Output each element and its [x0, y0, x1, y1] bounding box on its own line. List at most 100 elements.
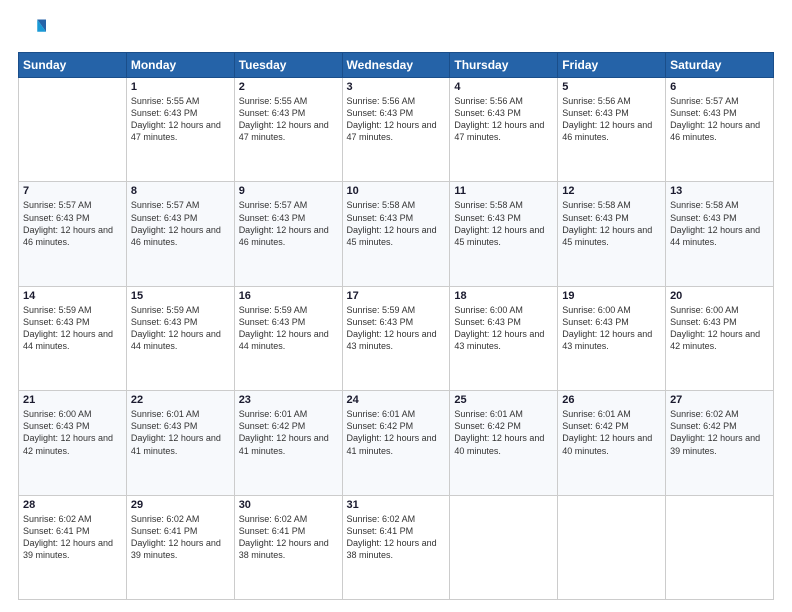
day-number: 30: [239, 499, 338, 511]
cell-details: Sunrise: 5:56 AMSunset: 6:43 PMDaylight:…: [347, 96, 437, 142]
calendar-cell: 22 Sunrise: 6:01 AMSunset: 6:43 PMDayligh…: [126, 391, 234, 495]
calendar-cell: 30 Sunrise: 6:02 AMSunset: 6:41 PMDayligh…: [234, 495, 342, 599]
calendar-header-tuesday: Tuesday: [234, 53, 342, 78]
calendar-header-sunday: Sunday: [19, 53, 127, 78]
cell-details: Sunrise: 6:00 AMSunset: 6:43 PMDaylight:…: [23, 409, 113, 455]
calendar-cell: 7 Sunrise: 5:57 AMSunset: 6:43 PMDaylight…: [19, 182, 127, 286]
calendar-cell: 1 Sunrise: 5:55 AMSunset: 6:43 PMDaylight…: [126, 78, 234, 182]
cell-details: Sunrise: 5:58 AMSunset: 6:43 PMDaylight:…: [562, 200, 652, 246]
calendar-cell: 18 Sunrise: 6:00 AMSunset: 6:43 PMDayligh…: [450, 286, 558, 390]
calendar-cell: 14 Sunrise: 5:59 AMSunset: 6:43 PMDayligh…: [19, 286, 127, 390]
cell-details: Sunrise: 5:59 AMSunset: 6:43 PMDaylight:…: [239, 305, 329, 351]
cell-details: Sunrise: 6:00 AMSunset: 6:43 PMDaylight:…: [670, 305, 760, 351]
cell-details: Sunrise: 6:02 AMSunset: 6:41 PMDaylight:…: [347, 514, 437, 560]
page: SundayMondayTuesdayWednesdayThursdayFrid…: [0, 0, 792, 612]
cell-details: Sunrise: 6:02 AMSunset: 6:41 PMDaylight:…: [23, 514, 113, 560]
calendar-cell: 28 Sunrise: 6:02 AMSunset: 6:41 PMDayligh…: [19, 495, 127, 599]
calendar-cell: 29 Sunrise: 6:02 AMSunset: 6:41 PMDayligh…: [126, 495, 234, 599]
day-number: 22: [131, 394, 230, 406]
cell-details: Sunrise: 5:59 AMSunset: 6:43 PMDaylight:…: [347, 305, 437, 351]
calendar-cell: 16 Sunrise: 5:59 AMSunset: 6:43 PMDayligh…: [234, 286, 342, 390]
calendar-cell: 15Sunrise: 5:59 AMSunset: 6:43 PMDayligh…: [126, 286, 234, 390]
day-number: 29: [131, 499, 230, 511]
cell-details: Sunrise: 5:58 AMSunset: 6:43 PMDaylight:…: [454, 200, 544, 246]
cell-details: Sunrise: 6:02 AMSunset: 6:41 PMDaylight:…: [131, 514, 221, 560]
day-number: 5: [562, 81, 661, 93]
cell-details: Sunrise: 5:59 AMSunset: 6:43 PMDaylight:…: [23, 305, 113, 351]
day-number: 10: [347, 185, 446, 197]
calendar-week-row: 28 Sunrise: 6:02 AMSunset: 6:41 PMDayligh…: [19, 495, 774, 599]
day-number: 1: [131, 81, 230, 93]
day-number: 11: [454, 185, 553, 197]
day-number: 17: [347, 290, 446, 302]
cell-details: Sunrise: 6:00 AMSunset: 6:43 PMDaylight:…: [562, 305, 652, 351]
calendar-cell: 20Sunrise: 6:00 AMSunset: 6:43 PMDayligh…: [666, 286, 774, 390]
calendar-header-monday: Monday: [126, 53, 234, 78]
calendar-cell: 27 Sunrise: 6:02 AMSunset: 6:42 PMDayligh…: [666, 391, 774, 495]
calendar-cell: 2 Sunrise: 5:55 AMSunset: 6:43 PMDaylight…: [234, 78, 342, 182]
cell-details: Sunrise: 5:58 AMSunset: 6:43 PMDaylight:…: [347, 200, 437, 246]
day-number: 14: [23, 290, 122, 302]
day-number: 19: [562, 290, 661, 302]
cell-details: Sunrise: 6:01 AMSunset: 6:42 PMDaylight:…: [239, 409, 329, 455]
calendar-cell: [19, 78, 127, 182]
calendar-header-wednesday: Wednesday: [342, 53, 450, 78]
day-number: 2: [239, 81, 338, 93]
day-number: 31: [347, 499, 446, 511]
calendar-cell: 8 Sunrise: 5:57 AMSunset: 6:43 PMDaylight…: [126, 182, 234, 286]
calendar-week-row: 14 Sunrise: 5:59 AMSunset: 6:43 PMDayligh…: [19, 286, 774, 390]
day-number: 7: [23, 185, 122, 197]
calendar-cell: 17 Sunrise: 5:59 AMSunset: 6:43 PMDayligh…: [342, 286, 450, 390]
day-number: 6: [670, 81, 769, 93]
header: [18, 16, 774, 44]
calendar-week-row: 21Sunrise: 6:00 AMSunset: 6:43 PMDayligh…: [19, 391, 774, 495]
calendar-cell: 19 Sunrise: 6:00 AMSunset: 6:43 PMDayligh…: [558, 286, 666, 390]
day-number: 25: [454, 394, 553, 406]
calendar-cell: 3 Sunrise: 5:56 AMSunset: 6:43 PMDaylight…: [342, 78, 450, 182]
cell-details: Sunrise: 6:00 AMSunset: 6:43 PMDaylight:…: [454, 305, 544, 351]
day-number: 16: [239, 290, 338, 302]
day-number: 23: [239, 394, 338, 406]
calendar-cell: 12 Sunrise: 5:58 AMSunset: 6:43 PMDayligh…: [558, 182, 666, 286]
calendar-cell: 23 Sunrise: 6:01 AMSunset: 6:42 PMDayligh…: [234, 391, 342, 495]
cell-details: Sunrise: 5:55 AMSunset: 6:43 PMDaylight:…: [131, 96, 221, 142]
cell-details: Sunrise: 6:01 AMSunset: 6:42 PMDaylight:…: [562, 409, 652, 455]
day-number: 28: [23, 499, 122, 511]
day-number: 27: [670, 394, 769, 406]
day-number: 15: [131, 290, 230, 302]
cell-details: Sunrise: 5:57 AMSunset: 6:43 PMDaylight:…: [239, 200, 329, 246]
calendar-cell: [558, 495, 666, 599]
cell-details: Sunrise: 5:56 AMSunset: 6:43 PMDaylight:…: [454, 96, 544, 142]
calendar-header-saturday: Saturday: [666, 53, 774, 78]
cell-details: Sunrise: 5:57 AMSunset: 6:43 PMDaylight:…: [131, 200, 221, 246]
calendar-cell: 31 Sunrise: 6:02 AMSunset: 6:41 PMDayligh…: [342, 495, 450, 599]
cell-details: Sunrise: 6:01 AMSunset: 6:43 PMDaylight:…: [131, 409, 221, 455]
day-number: 26: [562, 394, 661, 406]
cell-details: Sunrise: 5:56 AMSunset: 6:43 PMDaylight:…: [562, 96, 652, 142]
calendar-cell: [450, 495, 558, 599]
calendar-week-row: 1 Sunrise: 5:55 AMSunset: 6:43 PMDaylight…: [19, 78, 774, 182]
calendar-cell: 11 Sunrise: 5:58 AMSunset: 6:43 PMDayligh…: [450, 182, 558, 286]
cell-details: Sunrise: 6:02 AMSunset: 6:42 PMDaylight:…: [670, 409, 760, 455]
day-number: 9: [239, 185, 338, 197]
day-number: 12: [562, 185, 661, 197]
cell-details: Sunrise: 5:55 AMSunset: 6:43 PMDaylight:…: [239, 96, 329, 142]
calendar-cell: 26 Sunrise: 6:01 AMSunset: 6:42 PMDayligh…: [558, 391, 666, 495]
logo: [18, 16, 50, 44]
cell-details: Sunrise: 6:01 AMSunset: 6:42 PMDaylight:…: [347, 409, 437, 455]
day-number: 18: [454, 290, 553, 302]
day-number: 8: [131, 185, 230, 197]
calendar-header-row: SundayMondayTuesdayWednesdayThursdayFrid…: [19, 53, 774, 78]
cell-details: Sunrise: 5:57 AMSunset: 6:43 PMDaylight:…: [23, 200, 113, 246]
cell-details: Sunrise: 6:02 AMSunset: 6:41 PMDaylight:…: [239, 514, 329, 560]
logo-icon: [18, 16, 46, 44]
day-number: 4: [454, 81, 553, 93]
cell-details: Sunrise: 6:01 AMSunset: 6:42 PMDaylight:…: [454, 409, 544, 455]
calendar-week-row: 7 Sunrise: 5:57 AMSunset: 6:43 PMDaylight…: [19, 182, 774, 286]
calendar-table: SundayMondayTuesdayWednesdayThursdayFrid…: [18, 52, 774, 600]
calendar-cell: 10 Sunrise: 5:58 AMSunset: 6:43 PMDayligh…: [342, 182, 450, 286]
day-number: 3: [347, 81, 446, 93]
calendar-cell: 25 Sunrise: 6:01 AMSunset: 6:42 PMDayligh…: [450, 391, 558, 495]
calendar-header-thursday: Thursday: [450, 53, 558, 78]
day-number: 13: [670, 185, 769, 197]
